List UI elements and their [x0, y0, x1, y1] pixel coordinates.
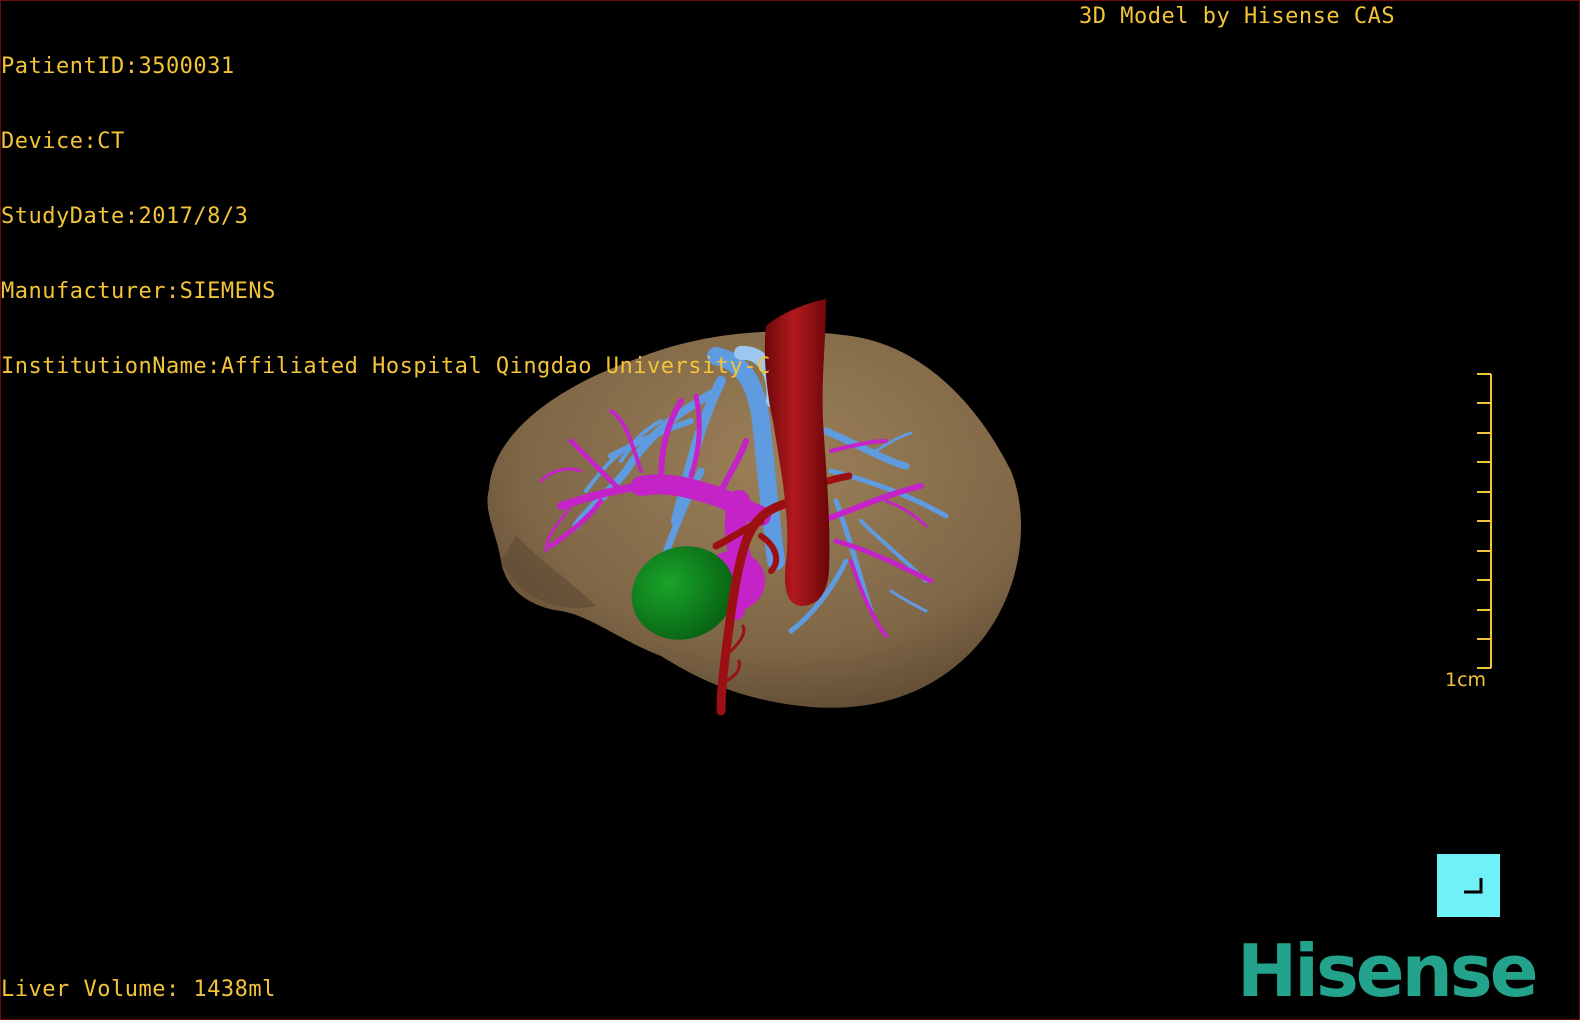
- manufacturer: Manufacturer:SIEMENS: [1, 279, 276, 304]
- hisense-logo: Hisense: [1237, 929, 1539, 1013]
- scale-bar: [1477, 373, 1492, 669]
- institution-name: InstitutionName:Affiliated Hospital Qing…: [1, 354, 771, 379]
- 3d-viewport[interactable]: PatientID:3500031 Device:CT StudyDate:20…: [0, 0, 1580, 1020]
- patient-id: PatientID:3500031: [1, 54, 235, 79]
- device: Device:CT: [1, 129, 125, 154]
- scale-label: 1cm: [1445, 669, 1487, 691]
- dicom-info-block: PatientID:3500031 Device:CT StudyDate:20…: [1, 4, 771, 429]
- reset-view-button[interactable]: [1437, 854, 1500, 917]
- model-credit: 3D Model by Hisense CAS: [1079, 4, 1396, 29]
- corner-bracket-icon: [1464, 878, 1483, 894]
- liver-volume-readout: Liver Volume: 1438ml: [1, 977, 276, 1002]
- study-date: StudyDate:2017/8/3: [1, 204, 249, 229]
